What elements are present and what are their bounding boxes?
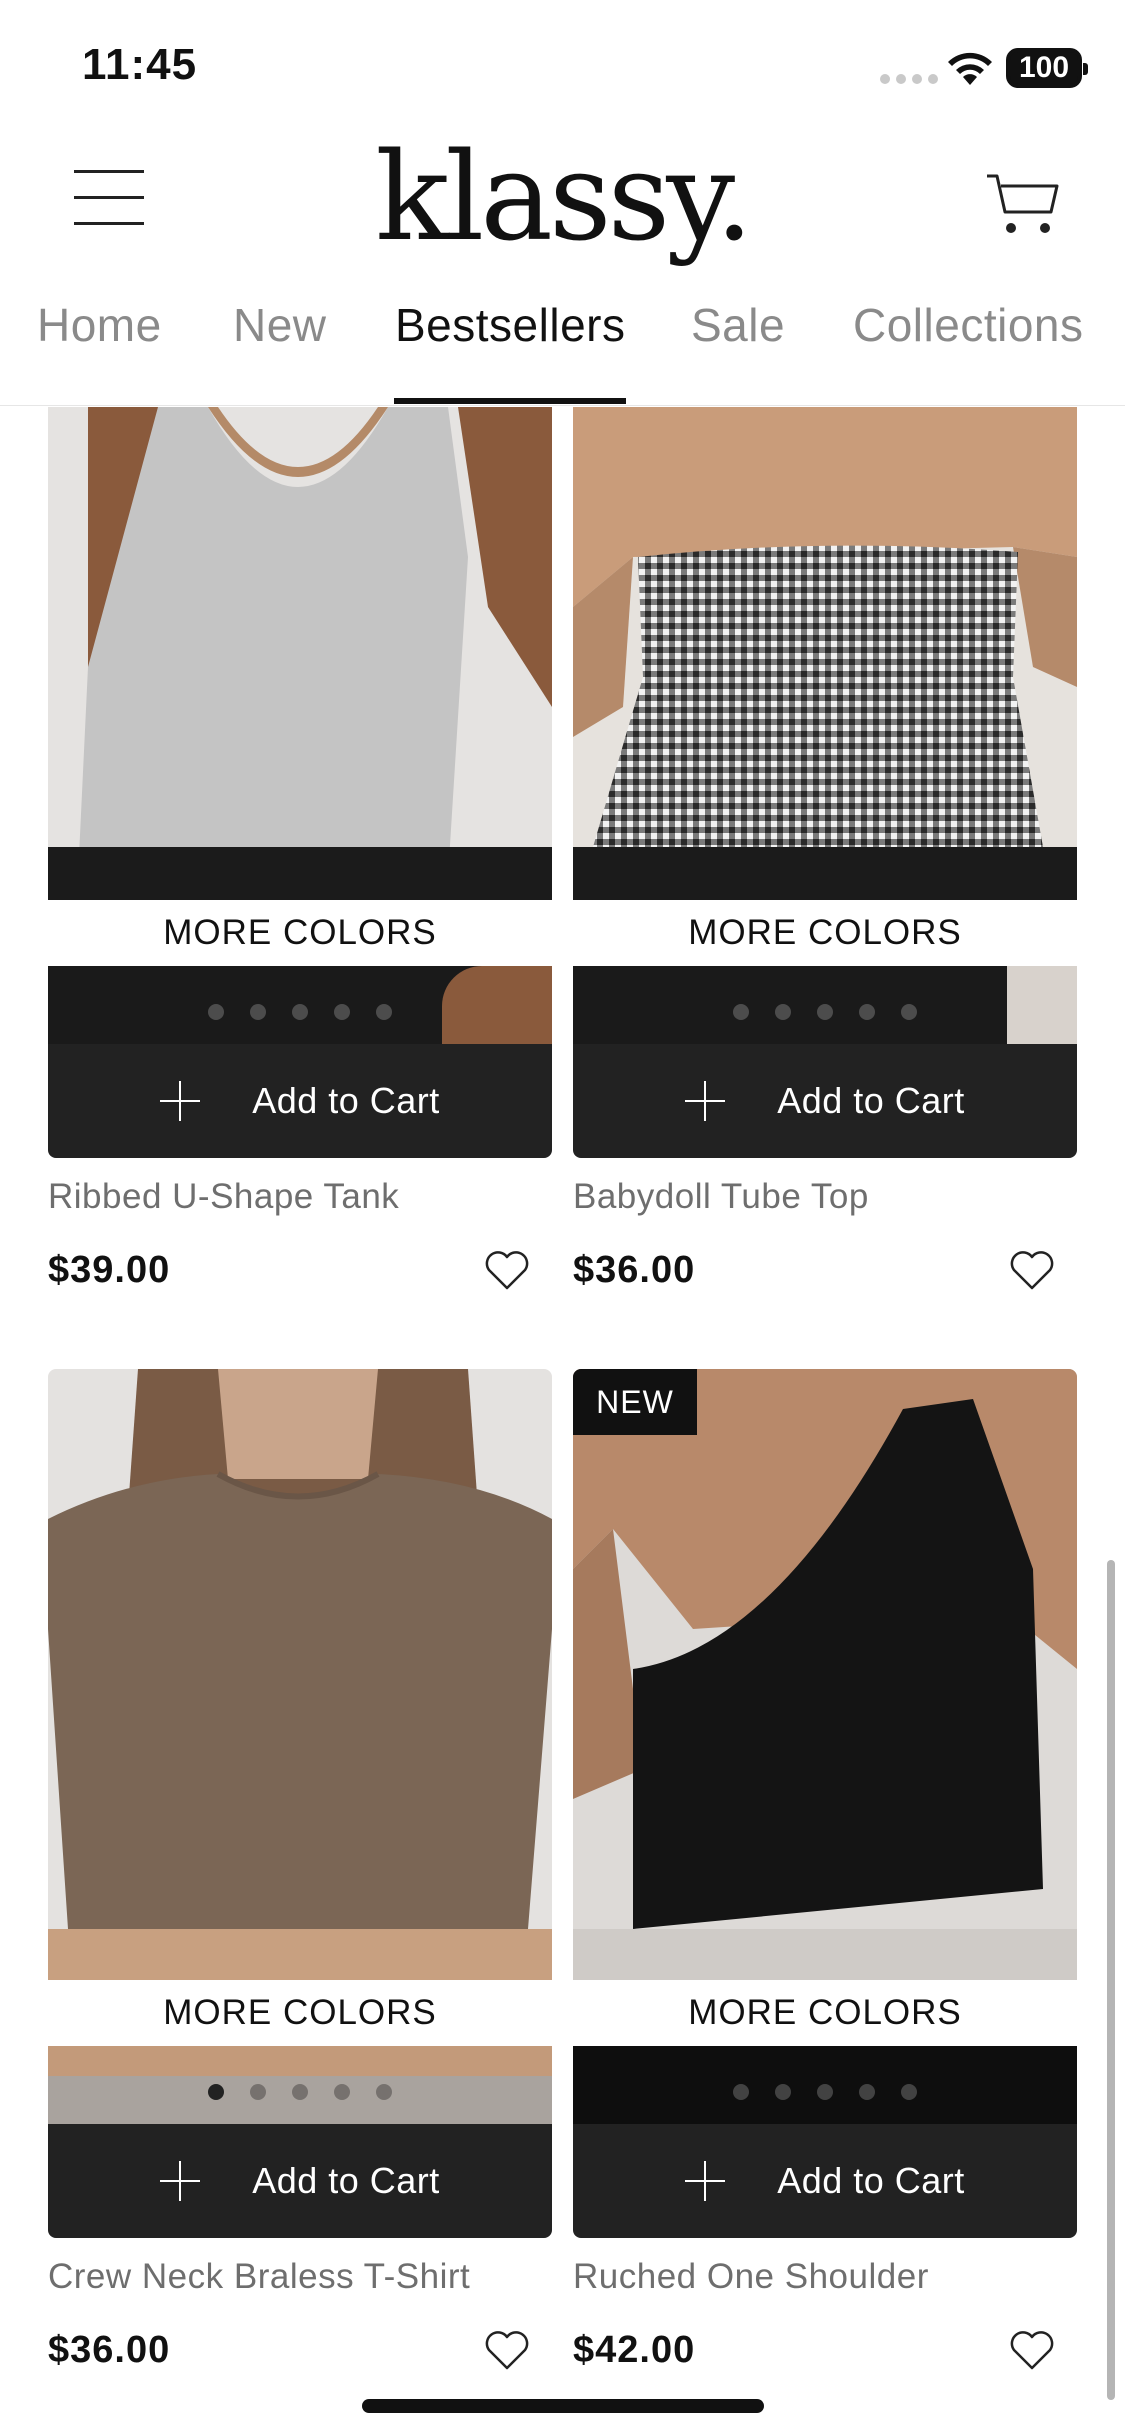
product-card[interactable]: MORE COLORS Add to Cart Crew Neck Brales… — [48, 1369, 552, 2371]
product-grid[interactable]: MORE COLORS Add to Cart Ribbed U-Shape T… — [0, 407, 1125, 2436]
product-card[interactable]: MORE COLORS Add to Cart Babydoll Tube To… — [573, 407, 1077, 1307]
tab-sale[interactable]: Sale — [691, 298, 785, 352]
product-price: $42.00 — [573, 2329, 696, 2371]
tank-top-illustration — [48, 407, 552, 900]
color-swatch-carousel[interactable] — [48, 966, 552, 1044]
heart-outline-icon[interactable] — [1009, 2329, 1055, 2371]
category-tabs: Home New Bestsellers Sale Collections — [0, 288, 1125, 406]
tshirt-illustration — [48, 1369, 552, 1980]
one-shoulder-top-illustration — [573, 1369, 1077, 1980]
product-image[interactable]: NEW — [573, 1369, 1077, 1980]
tab-collections[interactable]: Collections — [853, 298, 1084, 352]
product-image[interactable] — [48, 407, 552, 900]
product-name[interactable]: Crew Neck Braless T-Shirt — [48, 2257, 470, 2297]
plus-icon — [685, 1081, 726, 1121]
battery-icon: 100 — [1006, 48, 1088, 88]
heart-outline-icon[interactable] — [484, 2329, 530, 2371]
active-tab-indicator — [394, 398, 626, 404]
tab-home[interactable]: Home — [37, 298, 162, 352]
more-colors-label[interactable]: MORE COLORS — [48, 900, 552, 966]
wifi-icon — [948, 52, 992, 85]
heart-outline-icon[interactable] — [1009, 1249, 1055, 1291]
product-price: $39.00 — [48, 1249, 171, 1291]
carousel-dots — [573, 2084, 1077, 2100]
tube-top-illustration — [573, 407, 1077, 900]
product-card[interactable]: MORE COLORS Add to Cart Ribbed U-Shape T… — [48, 407, 552, 1307]
vertical-scrollbar[interactable] — [1107, 1560, 1115, 2400]
plus-icon — [160, 1081, 201, 1121]
product-price: $36.00 — [573, 1249, 696, 1291]
home-indicator[interactable] — [362, 2399, 764, 2413]
add-to-cart-button[interactable]: Add to Cart — [48, 1044, 552, 1158]
heart-outline-icon[interactable] — [484, 1249, 530, 1291]
more-colors-label[interactable]: MORE COLORS — [48, 1980, 552, 2046]
carousel-dots — [48, 2084, 552, 2100]
new-badge: NEW — [573, 1369, 697, 1435]
more-colors-label[interactable]: MORE COLORS — [573, 900, 1077, 966]
tab-new[interactable]: New — [233, 298, 327, 352]
add-to-cart-button[interactable]: Add to Cart — [48, 2124, 552, 2238]
brand-logo[interactable]: klassy. — [0, 132, 1125, 262]
plus-icon — [160, 2161, 201, 2201]
color-swatch-carousel[interactable] — [48, 2046, 552, 2124]
status-bar: 11:45 100 — [0, 0, 1125, 130]
cellular-signal-icon — [880, 74, 938, 84]
shopping-cart-icon[interactable] — [985, 168, 1063, 240]
add-to-cart-button[interactable]: Add to Cart — [573, 2124, 1077, 2238]
product-price: $36.00 — [48, 2329, 171, 2371]
product-card[interactable]: NEW MORE COLORS Add to Cart Ruched One S… — [573, 1369, 1077, 2371]
status-time: 11:45 — [82, 40, 198, 89]
color-swatch-carousel[interactable] — [573, 2046, 1077, 2124]
carousel-dots — [573, 1004, 1077, 1020]
add-to-cart-button[interactable]: Add to Cart — [573, 1044, 1077, 1158]
product-name[interactable]: Ribbed U-Shape Tank — [48, 1177, 399, 1217]
more-colors-label[interactable]: MORE COLORS — [573, 1980, 1077, 2046]
tab-bestsellers[interactable]: Bestsellers — [395, 298, 625, 352]
color-swatch-carousel[interactable] — [573, 966, 1077, 1044]
product-name[interactable]: Ruched One Shoulder — [573, 2257, 929, 2297]
carousel-dots — [48, 1004, 552, 1020]
app-header: klassy. — [0, 130, 1125, 270]
product-name[interactable]: Babydoll Tube Top — [573, 1177, 869, 1217]
product-image[interactable] — [573, 407, 1077, 900]
product-image[interactable] — [48, 1369, 552, 1980]
plus-icon — [685, 2161, 726, 2201]
